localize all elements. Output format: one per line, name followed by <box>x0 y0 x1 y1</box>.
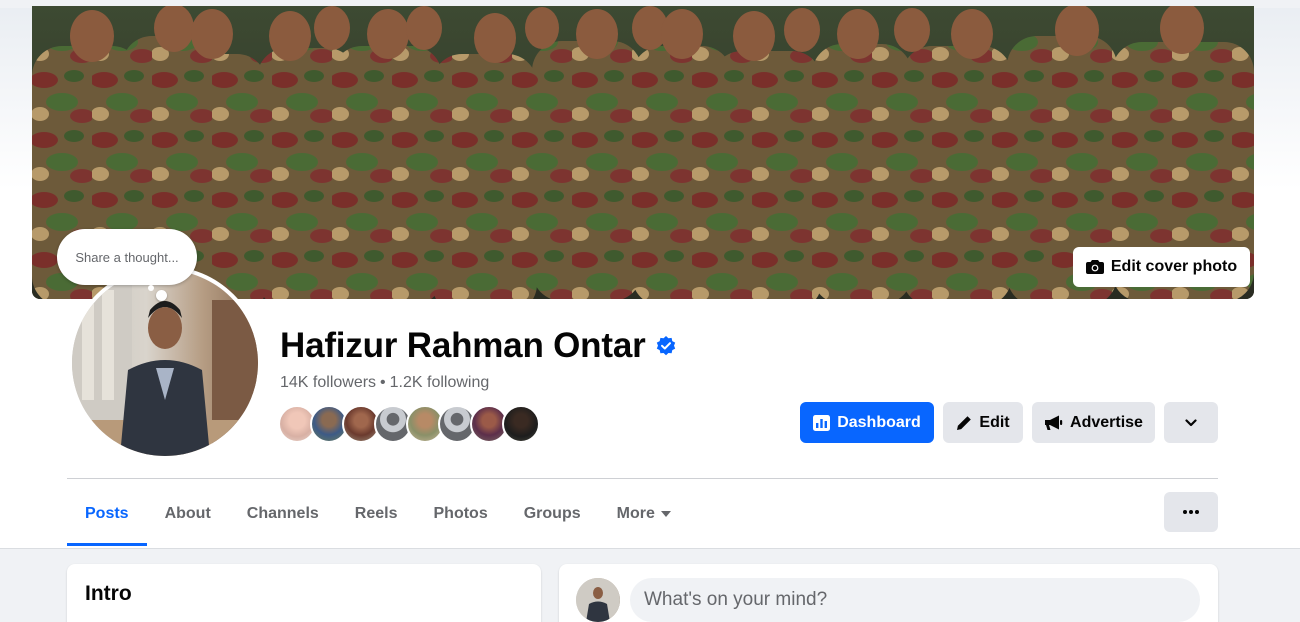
dashboard-label: Dashboard <box>837 413 921 431</box>
composer-avatar[interactable] <box>576 578 620 622</box>
tab-photos[interactable]: Photos <box>416 482 506 546</box>
edit-label: Edit <box>979 413 1010 431</box>
follow-stats: 14K followers • 1.2K following <box>280 374 489 392</box>
tab-label: Reels <box>354 505 398 522</box>
following-count[interactable]: 1.2K following <box>390 374 490 392</box>
megaphone-icon <box>1045 415 1063 430</box>
tab-more[interactable]: More <box>599 482 689 546</box>
composer-avatar-image <box>576 578 620 622</box>
tab-groups[interactable]: Groups <box>506 482 599 546</box>
edit-cover-photo-button[interactable]: Edit cover photo <box>1073 247 1250 287</box>
advertise-button[interactable]: Advertise <box>1032 402 1155 443</box>
thought-bubble-tail-small <box>148 285 154 291</box>
stats-separator: • <box>380 374 386 391</box>
tab-label: Posts <box>85 505 129 522</box>
share-thought-bubble[interactable]: Share a thought... <box>57 229 197 285</box>
tab-posts[interactable]: Posts <box>67 482 147 546</box>
verified-badge-icon <box>656 336 675 356</box>
tab-label: Photos <box>433 505 488 522</box>
tab-reels[interactable]: Reels <box>337 482 416 546</box>
tab-label: More <box>616 505 655 522</box>
followers-count[interactable]: 14K followers <box>280 374 376 392</box>
pencil-icon <box>957 415 972 430</box>
header-divider <box>67 478 1218 479</box>
friend-avatars <box>278 405 540 443</box>
composer-input[interactable]: What's on your mind? <box>630 578 1200 622</box>
camera-icon <box>1085 260 1104 274</box>
chevron-down-icon <box>1185 418 1197 426</box>
tab-label: Groups <box>523 505 581 522</box>
advertise-label: Advertise <box>1070 413 1143 431</box>
caret-down-icon <box>660 511 671 517</box>
friend-avatar[interactable] <box>502 405 540 443</box>
thought-bubble-tail <box>156 290 167 301</box>
tab-about[interactable]: About <box>147 482 229 546</box>
profile-name-row: Hafizur Rahman Ontar <box>280 326 676 366</box>
tab-label: About <box>164 505 211 522</box>
profile-more-button[interactable] <box>1164 402 1218 443</box>
composer-card: What's on your mind? <box>559 564 1218 622</box>
edit-cover-photo-label: Edit cover photo <box>1110 258 1238 275</box>
ellipsis-icon <box>1183 510 1199 514</box>
tab-label: Channels <box>246 505 319 522</box>
cover-photo[interactable]: Edit cover photo <box>32 6 1254 299</box>
dashboard-button[interactable]: Dashboard <box>800 402 934 443</box>
intro-title: Intro <box>85 582 132 605</box>
intro-card: Intro <box>67 564 541 622</box>
tab-channels[interactable]: Channels <box>229 482 337 546</box>
profile-name: Hafizur Rahman Ontar <box>280 326 646 365</box>
edit-profile-button[interactable]: Edit <box>943 402 1023 443</box>
profile-tabs: Posts About Channels Reels Photos Groups… <box>67 482 689 546</box>
tabs-options-button[interactable] <box>1164 492 1218 532</box>
cover-photo-image <box>32 6 1254 299</box>
dashboard-icon <box>813 414 831 431</box>
